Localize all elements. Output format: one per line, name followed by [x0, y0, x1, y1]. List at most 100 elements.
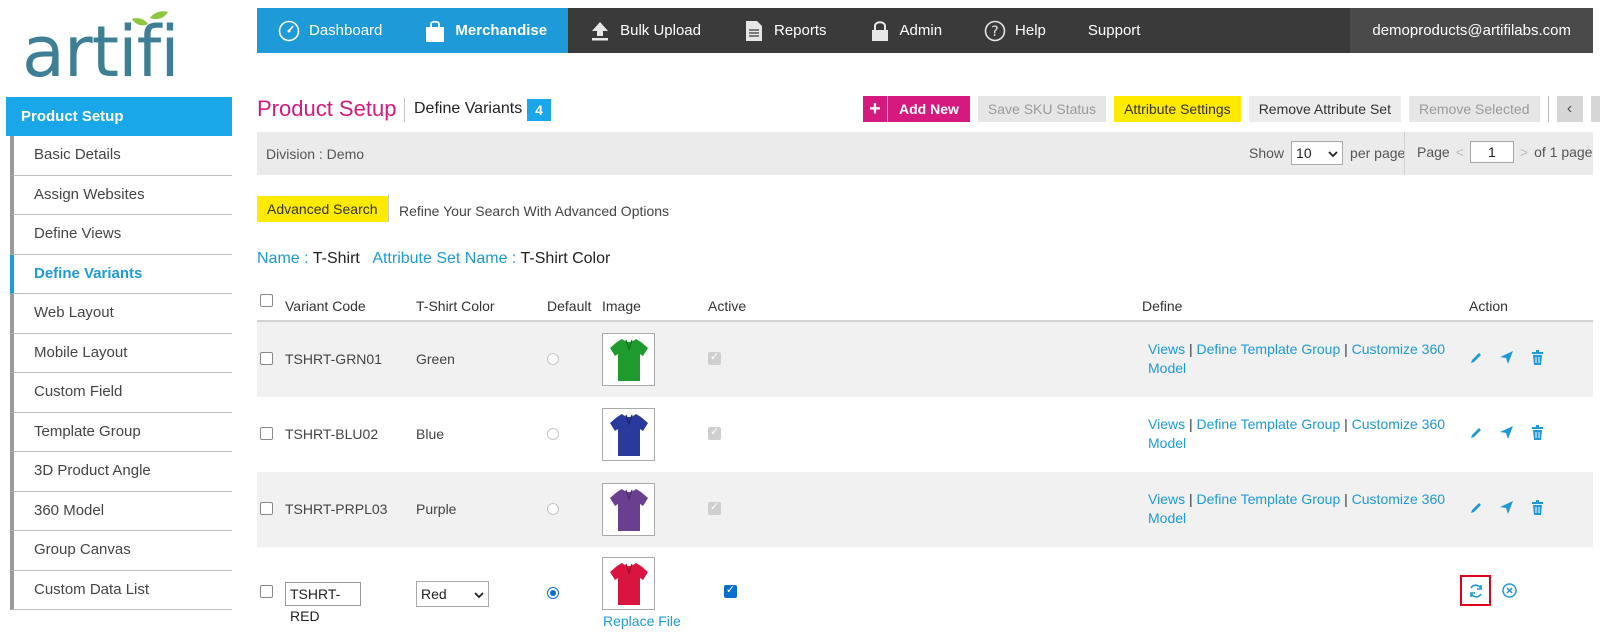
upload-icon [589, 20, 611, 42]
trash-icon[interactable] [1529, 424, 1546, 441]
send-icon[interactable] [1498, 499, 1515, 516]
default-radio[interactable] [547, 428, 559, 440]
nav-dashboard[interactable]: Dashboard [257, 8, 403, 53]
toolbar-divider [1547, 96, 1549, 122]
views-link[interactable]: Views [1148, 341, 1185, 357]
row-checkbox[interactable] [260, 585, 273, 598]
per-page-label: per page [1350, 145, 1406, 161]
col-define: Define [1142, 298, 1183, 314]
user-account-menu[interactable]: demoproducts@artifilabs.com [1350, 8, 1593, 53]
pager-divider [1404, 132, 1405, 175]
variant-thumbnail[interactable] [602, 483, 655, 536]
row-checkbox[interactable] [260, 427, 273, 440]
row-checkbox[interactable] [260, 352, 273, 365]
col-default: Default [547, 298, 592, 314]
default-radio[interactable] [547, 587, 559, 599]
row-actions [1467, 499, 1546, 516]
page-subtitle: Define Variants [414, 100, 523, 117]
nav-bulk-upload[interactable]: Bulk Upload [568, 8, 722, 53]
sidebar-item-custom-field[interactable]: Custom Field [10, 373, 232, 413]
sidebar-item-360-model[interactable]: 360 Model [10, 491, 232, 531]
chevron-left-icon[interactable]: ‹ [1556, 96, 1583, 122]
page-next-button[interactable]: > [1520, 144, 1528, 160]
views-link[interactable]: Views [1148, 416, 1185, 432]
row-checkbox[interactable] [260, 502, 273, 515]
select-all-checkbox[interactable] [260, 294, 273, 307]
customize-360-link[interactable]: Customize 360 [1352, 416, 1445, 432]
chevron-down-icon [474, 586, 484, 602]
artifi-logo[interactable]: artifi [22, 10, 212, 93]
cancel-circle-icon[interactable] [1501, 582, 1518, 599]
nav-help[interactable]: ? Help [963, 8, 1067, 53]
link-separator: | [1188, 491, 1193, 507]
sidebar-item-web-layout[interactable]: Web Layout [10, 294, 232, 334]
variant-thumbnail[interactable] [602, 557, 655, 610]
sidebar-item-basic-details[interactable]: Basic Details [10, 136, 232, 176]
edit-pencil-icon[interactable] [1467, 424, 1484, 441]
sidebar-item-assign-websites[interactable]: Assign Websites [10, 175, 232, 215]
help-icon: ? [984, 20, 1006, 42]
col-image: Image [602, 298, 641, 314]
per-page-select[interactable]: 10 [1291, 141, 1344, 165]
sidebar-item-group-canvas[interactable]: Group Canvas [10, 531, 232, 571]
nav-merchandise[interactable]: Merchandise [403, 8, 568, 53]
add-new-button[interactable]: + Add New [863, 96, 970, 122]
nav-support[interactable]: Support [1067, 8, 1162, 53]
color-select[interactable]: Red [416, 581, 489, 607]
send-icon[interactable] [1498, 424, 1515, 441]
remove-attribute-set-button[interactable]: Remove Attribute Set [1248, 96, 1401, 122]
active-checkbox[interactable] [708, 500, 721, 515]
table-row-editing: TSHRT-RED Red Replace File [257, 547, 1593, 639]
advanced-search-button[interactable]: Advanced Search [257, 196, 388, 222]
chevron-right-icon[interactable]: › [1590, 96, 1600, 122]
customize-360-link[interactable]: Customize 360 [1352, 341, 1445, 357]
advanced-search-hint: Refine Your Search With Advanced Options [399, 203, 670, 219]
nav-admin-label: Admin [899, 22, 943, 39]
replace-file-link[interactable]: Replace File [603, 613, 681, 629]
send-icon[interactable] [1498, 349, 1515, 366]
sidebar-header[interactable]: Product Setup [6, 97, 232, 136]
nav-primary-group: Dashboard Merchandise [257, 8, 569, 53]
active-checkbox[interactable] [723, 583, 737, 598]
model-link[interactable]: Model [1148, 435, 1186, 451]
tshirt-image [609, 488, 648, 531]
active-checkbox[interactable] [708, 425, 721, 440]
remove-selected-button[interactable]: Remove Selected [1408, 96, 1540, 122]
trash-icon[interactable] [1529, 499, 1546, 516]
page-number-input[interactable]: 1 [1469, 141, 1514, 163]
variant-thumbnail[interactable] [602, 408, 655, 461]
link-separator: | [1188, 341, 1193, 357]
model-link[interactable]: Model [1148, 360, 1186, 376]
views-link[interactable]: Views [1148, 491, 1185, 507]
per-page-value: 10 [1296, 145, 1312, 161]
attribute-settings-button[interactable]: Attribute Settings [1114, 96, 1241, 122]
sidebar-item-mobile-layout[interactable]: Mobile Layout [10, 333, 232, 373]
variant-code-input[interactable]: TSHRT-RED [285, 582, 361, 624]
define-template-group-link[interactable]: Define Template Group [1197, 416, 1341, 432]
shopping-bag-icon [424, 20, 446, 42]
variant-thumbnail[interactable] [602, 333, 655, 386]
default-radio[interactable] [547, 353, 559, 365]
customize-360-link[interactable]: Customize 360 [1352, 491, 1445, 507]
update-button[interactable] [1460, 575, 1491, 606]
col-active: Active [708, 298, 747, 314]
edit-pencil-icon[interactable] [1467, 499, 1484, 516]
nav-admin[interactable]: Admin [848, 8, 964, 53]
default-radio[interactable] [547, 503, 559, 515]
nav-reports[interactable]: Reports [722, 8, 848, 53]
edit-pencil-icon[interactable] [1467, 349, 1484, 366]
trash-icon[interactable] [1529, 349, 1546, 366]
sidebar-item-define-views[interactable]: Define Views [10, 215, 232, 255]
sidebar-item-3d-product-angle[interactable]: 3D Product Angle [10, 452, 232, 492]
model-link[interactable]: Model [1148, 510, 1186, 526]
page-prev-button[interactable]: < [1456, 144, 1464, 160]
sidebar-item-define-variants[interactable]: Define Variants [10, 254, 232, 294]
sidebar-item-template-group[interactable]: Template Group [10, 412, 232, 452]
nav-help-label: Help [1015, 22, 1046, 39]
define-template-group-link[interactable]: Define Template Group [1197, 341, 1341, 357]
define-template-group-link[interactable]: Define Template Group [1197, 491, 1341, 507]
sidebar-item-custom-data-list[interactable]: Custom Data List [10, 570, 232, 610]
page-title: Product Setup [257, 96, 397, 121]
active-checkbox[interactable] [708, 350, 721, 365]
save-sku-status-button[interactable]: Save SKU Status [977, 96, 1107, 122]
